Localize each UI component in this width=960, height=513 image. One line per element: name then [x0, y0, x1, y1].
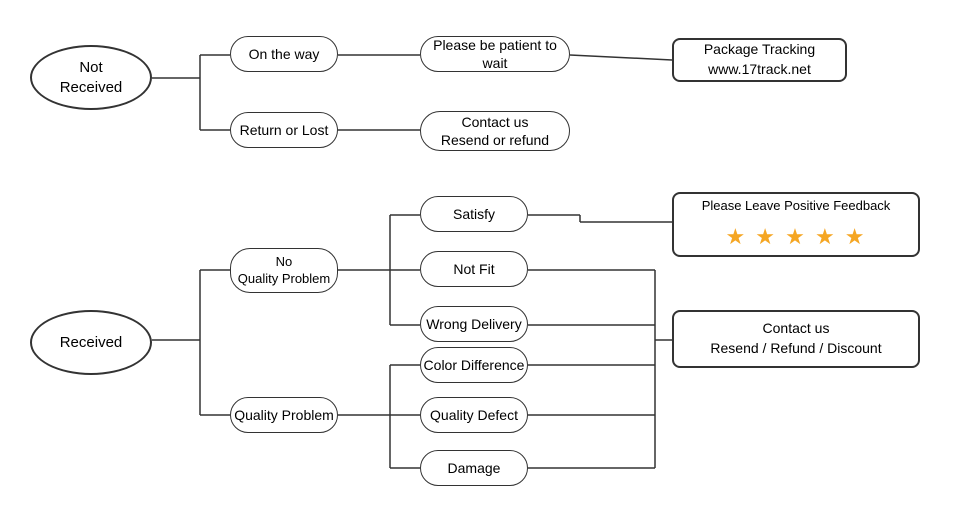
not-fit-node: Not Fit	[420, 251, 528, 287]
not-received-node: Not Received	[30, 45, 152, 110]
quality-problem-node: Quality Problem	[230, 397, 338, 433]
no-quality-problem-node: No Quality Problem	[230, 248, 338, 293]
wrong-delivery-node: Wrong Delivery	[420, 306, 528, 342]
contact-resend-refund-discount-node: Contact us Resend / Refund / Discount	[672, 310, 920, 368]
please-leave-feedback-node: Please Leave Positive Feedback ★ ★ ★ ★ ★	[672, 192, 920, 257]
quality-defect-node: Quality Defect	[420, 397, 528, 433]
satisfy-node: Satisfy	[420, 196, 528, 232]
contact-resend-refund-node: Contact us Resend or refund	[420, 111, 570, 151]
damage-node: Damage	[420, 450, 528, 486]
stars-display: ★ ★ ★ ★ ★	[725, 220, 866, 253]
on-the-way-node: On the way	[230, 36, 338, 72]
please-wait-node: Please be patient to wait	[420, 36, 570, 72]
package-tracking-node: Package Tracking www.17track.net	[672, 38, 847, 82]
color-difference-node: Color Difference	[420, 347, 528, 383]
received-node: Received	[30, 310, 152, 375]
diagram: Not Received On the way Return or Lost P…	[0, 0, 960, 513]
return-or-lost-node: Return or Lost	[230, 112, 338, 148]
